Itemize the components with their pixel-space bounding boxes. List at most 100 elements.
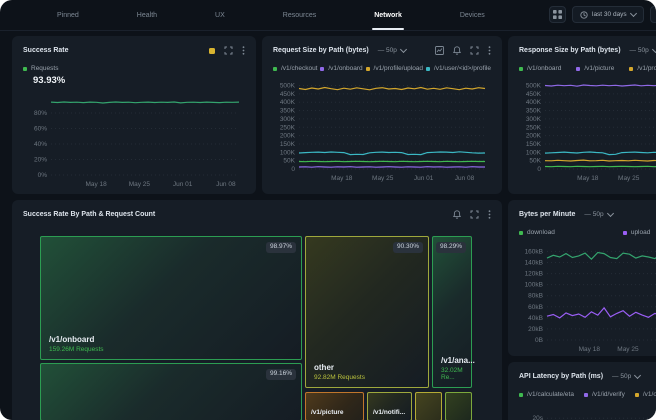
success-rate-badge: 90.30%	[393, 242, 423, 253]
percentile-selector[interactable]: — 50p	[630, 47, 656, 54]
bell-icon[interactable]	[453, 46, 461, 55]
svg-text:0B: 0B	[535, 337, 543, 344]
svg-text:May 25: May 25	[129, 181, 151, 188]
legend-label: /v1/id/verify	[592, 391, 625, 398]
legend-dot	[635, 393, 639, 397]
legend-label: download	[527, 229, 555, 236]
chart-view-icon[interactable]	[435, 46, 444, 55]
svg-text:20%: 20%	[34, 157, 47, 164]
treemap-cell[interactable]: 90.30%other92.82M Requests	[305, 236, 429, 388]
treemap-cell[interactable]: /v1/picture	[305, 392, 364, 420]
legend-dot	[629, 67, 633, 71]
tab-devices[interactable]: Devices	[460, 1, 485, 30]
legend-item[interactable]: upload	[623, 229, 651, 236]
legend-dot	[273, 67, 277, 71]
panel-title: Success Rate	[23, 47, 69, 54]
svg-text:0: 0	[291, 166, 295, 173]
legend-item[interactable]: /v1/onboard	[320, 65, 362, 72]
request-size-chart[interactable]: 500K450K400K350K300K250K200K150K100K50K0…	[273, 79, 491, 182]
api-latency-chart[interactable]: 20s	[519, 405, 656, 420]
svg-text:80kB: 80kB	[528, 293, 543, 300]
svg-text:500K: 500K	[280, 83, 296, 90]
legend-dot	[623, 231, 627, 235]
svg-text:500K: 500K	[526, 83, 542, 90]
legend-item[interactable]: download	[519, 229, 555, 236]
legend-label: /v1/picture	[584, 65, 614, 72]
legend-item[interactable]: /v1/picture	[576, 65, 614, 72]
panel-title: Success Rate By Path & Request Count	[23, 211, 155, 218]
treemap-cell-label: /v1/notifi...	[373, 409, 405, 416]
success-rate-treemap[interactable]: 98.97%/v1/onboard159.26M Requests99.16%9…	[40, 236, 472, 420]
expand-icon[interactable]	[470, 46, 479, 55]
svg-text:May 25: May 25	[372, 175, 394, 182]
svg-text:400K: 400K	[526, 99, 542, 106]
svg-text:40%: 40%	[34, 141, 47, 148]
legend-item[interactable]: /v1/calculate/eta	[519, 391, 574, 398]
dashboard-app: Pinned Health UX Resources Network Devices la…	[0, 0, 656, 420]
svg-text:Jun 08: Jun 08	[216, 181, 236, 188]
legend-item[interactable]: /v1/onboard	[519, 65, 561, 72]
legend-item[interactable]: /v1/id/verify	[584, 391, 625, 398]
legend-item[interactable]: /v1/profi	[629, 65, 656, 72]
path-name: /v1/onboard	[49, 335, 104, 344]
legend-item[interactable]: /v1/profile/upload	[366, 65, 424, 72]
legend-label: /v1/onboard	[527, 65, 561, 72]
legend-label: upload	[631, 229, 651, 236]
legend: Requests	[23, 65, 245, 72]
alert-indicator-icon[interactable]	[209, 48, 215, 54]
svg-text:May 18: May 18	[577, 175, 599, 182]
svg-text:100K: 100K	[526, 149, 542, 156]
treemap-cell[interactable]: /v1/notifi...	[367, 392, 412, 420]
tab-health[interactable]: Health	[137, 1, 157, 30]
legend-label: Requests	[31, 65, 58, 72]
panel-title: Response Size by Path (bytes)	[519, 47, 621, 54]
percentile-selector[interactable]: — 50p	[612, 373, 640, 380]
treemap-cell[interactable]	[415, 392, 442, 420]
bell-icon[interactable]	[453, 210, 461, 219]
svg-text:0: 0	[537, 166, 541, 173]
treemap-cell[interactable]	[445, 392, 472, 420]
chevron-down-icon	[607, 210, 614, 217]
treemap-cell[interactable]: 98.97%/v1/onboard159.26M Requests	[40, 236, 302, 360]
kebab-menu-icon[interactable]	[242, 46, 245, 55]
time-range-button[interactable]: last 30 days	[572, 6, 644, 23]
percentile-selector[interactable]: — 50p	[584, 211, 612, 218]
legend-item[interactable]: /v1/user/<id>/profile	[426, 65, 491, 72]
path-name: /v1/notifi...	[373, 409, 405, 416]
legend-dot	[366, 67, 370, 71]
legend-label: /v1/checkout	[281, 65, 318, 72]
selector-label: — 50p	[630, 47, 649, 54]
success-rate-badge: 98.29%	[436, 242, 466, 253]
legend-label: /v1/calculate/eta	[527, 391, 574, 398]
legend-item[interactable]: Requests	[23, 65, 58, 72]
svg-text:150K: 150K	[280, 141, 296, 148]
time-range-label: last 30 days	[592, 11, 627, 18]
expand-icon[interactable]	[470, 210, 479, 219]
treemap-cell[interactable]: 98.29%/v1/ana...32.02M Re...	[432, 236, 472, 388]
tab-ux[interactable]: UX	[215, 1, 225, 30]
bytes-per-minute-chart[interactable]: 160kB140kB120kB100kB80kB60kB40kB20kB0BMa…	[519, 243, 656, 353]
kebab-menu-icon[interactable]	[488, 210, 491, 219]
response-size-chart[interactable]: 500K450K400K350K300K250K200K150K100K50K0…	[519, 79, 656, 182]
svg-text:300K: 300K	[526, 116, 542, 123]
selector-label: — 50p	[584, 211, 603, 218]
svg-text:Jun 08: Jun 08	[455, 175, 475, 182]
kebab-menu-icon[interactable]	[488, 46, 491, 55]
panel-api-latency: API Latency by Path (ms) — 50p /v1/calcu…	[508, 362, 656, 420]
svg-text:80%: 80%	[34, 110, 47, 117]
legend: /v1/onboard/v1/picture/v1/profi	[519, 65, 656, 72]
success-rate-value: 93.93%	[33, 75, 245, 86]
filter-button[interactable]: Filter/Co	[650, 6, 656, 23]
tab-network[interactable]: Network	[374, 1, 402, 30]
expand-icon[interactable]	[224, 46, 233, 55]
percentile-selector[interactable]: — 50p	[378, 47, 406, 54]
treemap-cell[interactable]: 99.16%	[40, 363, 302, 420]
success-rate-chart[interactable]: 80%60%40%20%0%May 18May 25Jun 01Jun 08	[23, 92, 245, 188]
grid-icon[interactable]	[549, 6, 566, 23]
tab-resources[interactable]: Resources	[283, 1, 316, 30]
svg-text:May 18: May 18	[579, 346, 601, 353]
legend-dot	[584, 393, 588, 397]
legend-item[interactable]: /v1/onbo	[635, 391, 656, 398]
tab-pinned[interactable]: Pinned	[57, 1, 79, 30]
legend-item[interactable]: /v1/checkout	[273, 65, 318, 72]
